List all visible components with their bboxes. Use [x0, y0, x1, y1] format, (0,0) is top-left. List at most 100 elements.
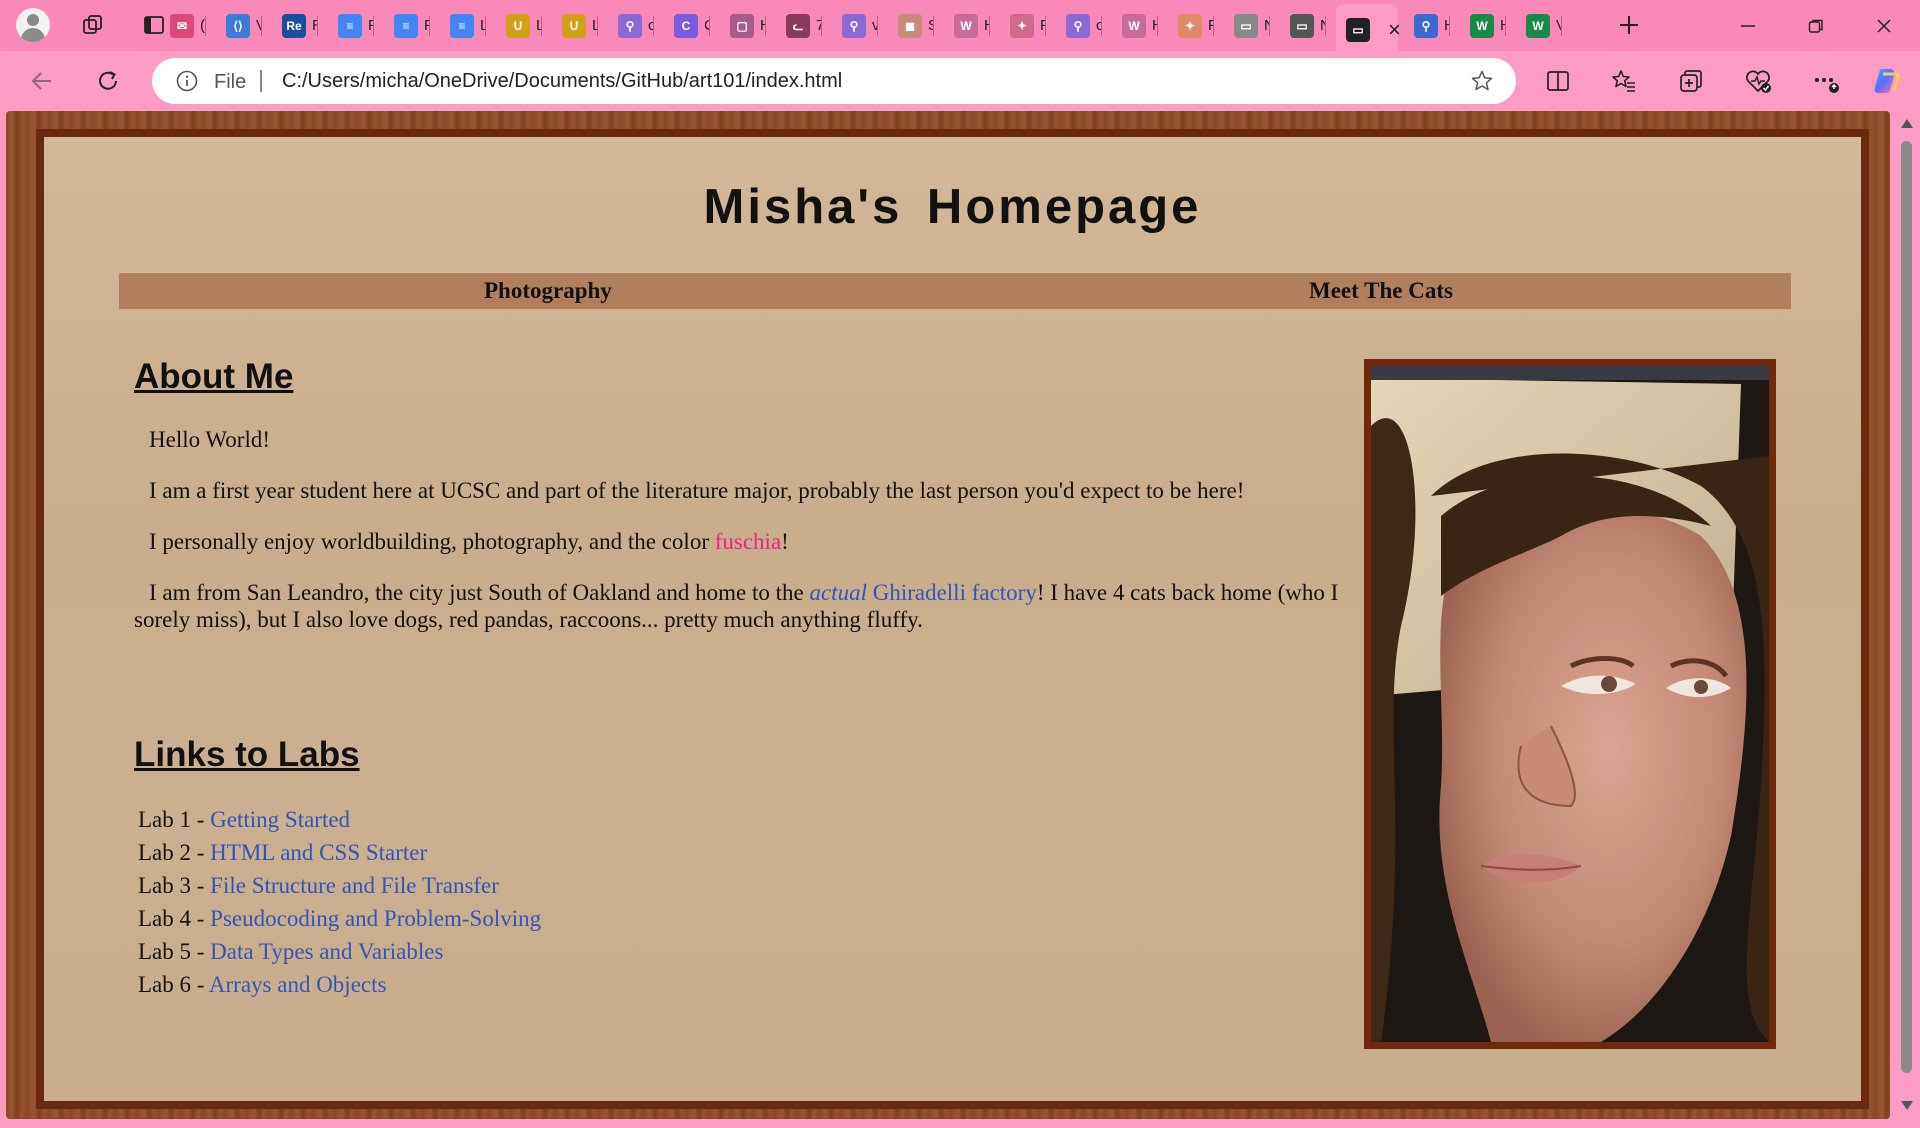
browser-tab[interactable]: ▭ N — [1224, 8, 1270, 43]
tab-separator — [989, 16, 990, 36]
address-bar[interactable]: File C:/Users/micha/OneDrive/Documents/G… — [152, 58, 1516, 104]
page-viewport: Misha's Homepage Photography Meet The Ca… — [0, 111, 1920, 1128]
browser-tab[interactable]: WH — [1460, 8, 1506, 43]
page-icon: ▭ — [1234, 13, 1258, 38]
lab-link[interactable]: HTML and CSS Starter — [210, 840, 427, 865]
browser-tab[interactable]: UL — [496, 8, 542, 43]
fuschia-word: fuschia — [714, 529, 782, 554]
w-icon: W — [1526, 13, 1550, 38]
browser-tab[interactable]: UL — [552, 8, 598, 43]
url-text[interactable]: C:/Users/micha/OneDrive/Documents/GitHub… — [282, 70, 842, 93]
about-paragraph-1: Hello World! — [149, 427, 271, 452]
tab-separator — [709, 16, 710, 36]
refresh-icon[interactable] — [92, 65, 124, 97]
workspaces-icon[interactable] — [78, 10, 108, 40]
browser-tab[interactable]: ⚲ H — [1404, 8, 1450, 43]
more-menu-icon[interactable] — [1810, 65, 1842, 97]
browser-tab[interactable]: WV — [1516, 8, 1562, 43]
browser-tab[interactable]: WH — [944, 8, 990, 43]
browser-tab[interactable]: ⚲ c — [1056, 8, 1102, 43]
vscode-icon: ⟨⟩ — [226, 13, 250, 38]
lab-link[interactable]: Data Types and Variables — [210, 939, 443, 964]
copilot-icon[interactable] — [1870, 65, 1902, 97]
lab-link[interactable]: Arrays and Objects — [209, 972, 387, 997]
browser-tab[interactable]: ᓚ7 — [776, 8, 822, 43]
tab-separator — [1561, 16, 1562, 36]
scroll-down-icon[interactable] — [1901, 1101, 1913, 1110]
about-p3-text: I personally enjoy worldbuilding, photog… — [149, 529, 715, 554]
about-p4-text: I am from San Leandro, the city just Sou… — [149, 580, 810, 605]
browser-tab[interactable]: ≡ F — [328, 8, 374, 43]
inner-frame: Misha's Homepage Photography Meet The Ca… — [36, 129, 1869, 1109]
browser-tab[interactable]: ⟨⟩ V — [216, 8, 262, 43]
browser-tab[interactable]: ◼ S — [888, 8, 934, 43]
tab-separator — [541, 16, 542, 36]
ucsc-icon: U — [562, 13, 586, 38]
restore-icon[interactable] — [1782, 0, 1850, 51]
lab-label: Lab 1 - — [138, 807, 211, 832]
actual-emphasis-link[interactable]: actual — [809, 580, 867, 605]
browser-tab[interactable]: ✦ F — [1168, 8, 1214, 43]
browser-essentials-icon[interactable] — [1742, 65, 1774, 97]
scroll-thumb[interactable] — [1901, 141, 1912, 1073]
minimize-icon[interactable] — [1714, 0, 1782, 51]
wood-frame: Misha's Homepage Photography Meet The Ca… — [6, 111, 1890, 1119]
ghiradelli-factory-link[interactable]: Ghiradelli factory — [873, 580, 1037, 605]
tab-separator — [1505, 16, 1506, 36]
browser-tab[interactable]: ReRe — [272, 8, 318, 43]
collections-icon[interactable] — [1675, 65, 1707, 97]
browser-tab[interactable]: ⚲ c — [608, 8, 654, 43]
tab-separator — [765, 16, 766, 36]
lab-list-item: Lab 5 - Data Types and Variables — [138, 939, 443, 965]
browser-tab[interactable]: ≡ F — [384, 8, 430, 43]
browser-tab[interactable]: ▭ N — [1280, 8, 1326, 43]
lab-link[interactable]: Pseudocoding and Problem-Solving — [210, 906, 541, 931]
nav-link-photography[interactable]: Photography — [484, 278, 612, 304]
search-icon: ⚲ — [1414, 13, 1438, 38]
favorites-icon[interactable] — [1608, 65, 1640, 97]
tab-separator — [205, 16, 206, 36]
about-heading: About Me — [134, 357, 294, 396]
browser-tab[interactable]: ✉( — [160, 8, 206, 43]
lab-list-item: Lab 1 - Getting Started — [138, 807, 350, 833]
close-tab-icon[interactable]: × — [1388, 18, 1401, 41]
pinwheel-icon: ✦ — [1010, 13, 1034, 38]
vertical-scrollbar[interactable] — [1894, 111, 1920, 1128]
nav-link-cats[interactable]: Meet The Cats — [1309, 278, 1453, 304]
close-window-icon[interactable] — [1850, 0, 1918, 51]
browser-tab[interactable]: ▭N× — [1336, 4, 1401, 51]
docs-icon: ≡ — [338, 13, 362, 38]
tab-separator — [485, 16, 486, 36]
tab-separator — [1101, 16, 1102, 36]
tab-separator — [1325, 16, 1326, 36]
portrait-image — [1371, 366, 1769, 1042]
profile-avatar[interactable] — [16, 8, 50, 42]
browser-tab[interactable]: CC — [664, 8, 710, 43]
browser-tab[interactable]: ≡ L — [440, 8, 486, 43]
site-info-icon[interactable] — [176, 70, 198, 97]
image-icon: ◼ — [898, 13, 922, 38]
back-icon[interactable] — [26, 65, 58, 97]
pinwheel-icon: ✦ — [1178, 13, 1202, 38]
tab-separator — [1157, 16, 1158, 36]
tab-separator — [1269, 16, 1270, 36]
lab-link[interactable]: Getting Started — [210, 807, 350, 832]
tab-separator — [653, 16, 654, 36]
browser-tab[interactable]: ▢ H — [720, 8, 766, 43]
lab-link[interactable]: File Structure and File Transfer — [210, 873, 499, 898]
browser-tab[interactable]: WH — [1112, 8, 1158, 43]
tab-separator — [933, 16, 934, 36]
new-tab-icon[interactable] — [1614, 10, 1644, 40]
portrait-photo — [1364, 359, 1776, 1049]
split-screen-icon[interactable] — [1542, 65, 1574, 97]
about-paragraph-3: I personally enjoy worldbuilding, photog… — [134, 528, 1384, 555]
scroll-up-icon[interactable] — [1901, 119, 1913, 128]
favorite-star-icon[interactable] — [1470, 69, 1494, 98]
tab-separator — [373, 16, 374, 36]
ucsc-icon: U — [506, 13, 530, 38]
browser-tab[interactable]: ⚲ v — [832, 8, 878, 43]
lab-list-item: Lab 6 - Arrays and Objects — [138, 972, 386, 998]
w-icon: W — [1122, 13, 1146, 38]
about-paragraph-4: I am from San Leandro, the city just Sou… — [134, 579, 1384, 633]
browser-tab[interactable]: ✦ F — [1000, 8, 1046, 43]
